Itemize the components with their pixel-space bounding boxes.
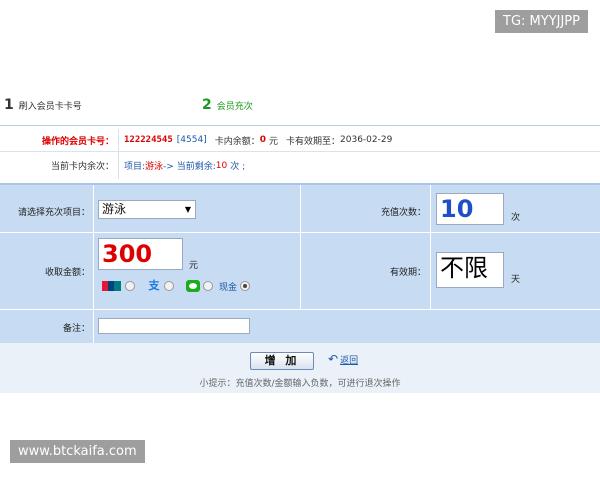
recharge-form: 请选择充次项目： 游泳 ▼ 充值次数： 10 次 收取金额： 300 元 有效期…	[0, 183, 600, 344]
times-item-prefix: 项目:	[124, 162, 146, 172]
step-1: 1 刷入会员卡卡号	[4, 97, 82, 113]
amount-label: 收取金额：	[44, 268, 90, 278]
wechat-pay-icon[interactable]	[186, 280, 200, 292]
remaining-times-label: 当前卡内余次：	[50, 162, 114, 172]
step-2: 2 会员充次	[202, 97, 253, 113]
divider	[93, 233, 94, 309]
times-item: 游泳	[145, 162, 164, 172]
watermark-top: TG: MYYJJPP	[495, 10, 588, 33]
tip-text: 小提示：充值次数/金额输入负数，可进行退次操作	[199, 379, 401, 389]
card-code: [4554]	[176, 135, 207, 145]
divider	[430, 185, 431, 232]
validity-input[interactable]: 不限	[436, 252, 504, 288]
project-select[interactable]: 游泳 ▼	[98, 200, 196, 219]
card-number-label: 操作的会员卡号：	[41, 136, 114, 147]
add-button[interactable]: 增 加	[250, 352, 314, 370]
remaining-times-row: 当前卡内余次： 项目: 游泳 -> 当前剩余: 10 次 ;	[0, 152, 600, 179]
divider	[430, 233, 431, 309]
project-label: 请选择充次项目：	[17, 208, 90, 218]
action-bar: 增 加 ↶ 返回 小提示：充值次数/金额输入负数，可进行退次操作	[0, 343, 600, 393]
amount-input[interactable]: 300	[98, 238, 183, 270]
unionpay-icon[interactable]	[102, 281, 122, 291]
amount-value: 300	[102, 240, 153, 268]
balance-label: 卡内余额：	[214, 136, 260, 147]
cash-radio[interactable]	[240, 281, 251, 291]
recharge-times-value: 10	[440, 195, 474, 223]
validity-label: 有效期：	[389, 268, 426, 278]
divider	[118, 129, 119, 151]
expiry-label: 卡有效期至：	[286, 136, 341, 147]
times-unit: 次 ;	[230, 162, 246, 172]
notes-label: 备注：	[62, 324, 90, 334]
alipay-radio[interactable]	[164, 281, 174, 291]
validity-unit: 天	[511, 275, 521, 285]
step-2-label: 会员充次	[216, 101, 253, 112]
project-select-value: 游泳	[102, 202, 127, 216]
form-row-notes: 备注：	[0, 310, 600, 344]
form-row-project: 请选择充次项目： 游泳 ▼ 充值次数： 10 次	[0, 185, 600, 233]
step-indicator: 1 刷入会员卡卡号 2 会员充次	[0, 97, 600, 117]
amount-unit: 元	[189, 261, 199, 271]
card-number: 122224545	[124, 135, 173, 145]
divider	[93, 185, 94, 232]
card-info-row: 操作的会员卡号： 122224545 [4554] 卡内余额： 0 元 卡有效期…	[0, 129, 600, 152]
back-link-group[interactable]: ↶ 返回	[328, 352, 358, 366]
back-link[interactable]: 返回	[340, 353, 358, 366]
validity-value: 不限	[440, 254, 488, 282]
step-1-number: 1	[4, 97, 14, 113]
form-row-amount: 收取金额： 300 元 有效期： 不限 天	[0, 233, 600, 310]
expiry-value: 2036-02-29	[340, 135, 393, 145]
divider	[118, 152, 119, 179]
times-count: 10	[215, 160, 228, 171]
recharge-times-input[interactable]: 10	[436, 193, 504, 225]
unionpay-radio[interactable]	[125, 281, 135, 291]
divider	[93, 310, 94, 344]
watermark-bottom: www.btckaifa.com	[10, 440, 145, 463]
alipay-icon[interactable]: 支	[147, 280, 161, 292]
divider	[0, 125, 600, 126]
payment-methods: 支 现金	[102, 279, 251, 293]
wechat-pay-radio[interactable]	[203, 281, 213, 291]
recharge-times-unit: 次	[511, 213, 521, 223]
times-arrow: -> 当前剩余:	[163, 162, 216, 172]
back-arrow-icon[interactable]: ↶	[328, 352, 338, 366]
chevron-down-icon: ▼	[184, 205, 191, 214]
recharge-times-label: 充值次数：	[380, 208, 426, 218]
notes-input[interactable]	[98, 318, 250, 334]
balance-unit: 元	[269, 136, 279, 147]
cash-label[interactable]: 现金	[219, 280, 237, 293]
step-2-number: 2	[202, 97, 212, 113]
step-1-label: 刷入会员卡卡号	[18, 101, 82, 112]
balance-value: 0	[259, 135, 266, 145]
